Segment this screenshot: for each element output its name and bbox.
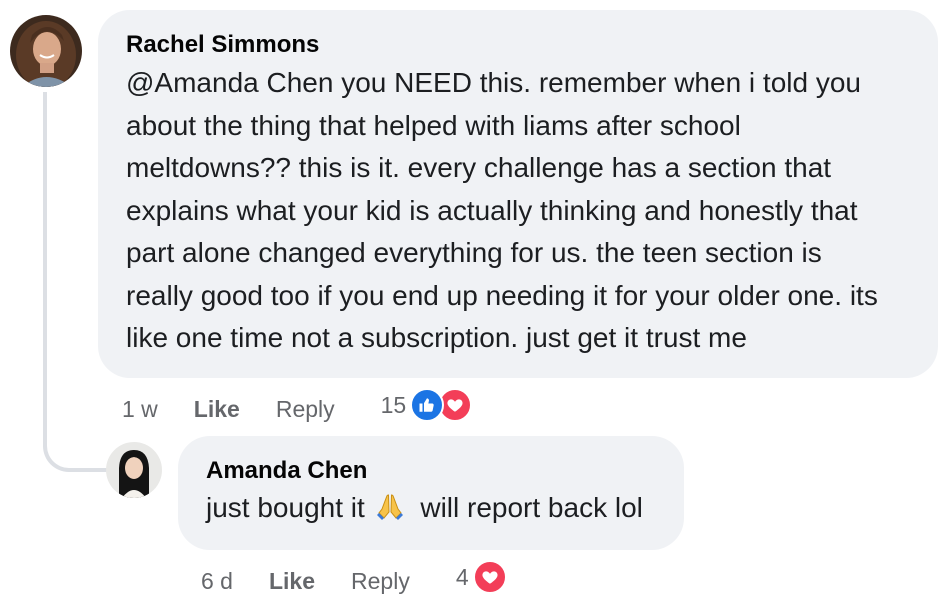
comment-text-line: like one time not a subscription. just g… bbox=[126, 322, 747, 353]
comment-text-line: @Amanda Chen you NEED this. remember whe… bbox=[126, 67, 861, 98]
folded-hands-emoji bbox=[375, 491, 405, 530]
avatar-amanda-chen[interactable] bbox=[106, 442, 162, 498]
comment-actions: 6 d Like Reply 4 bbox=[201, 560, 507, 598]
comment-author-name[interactable]: Rachel Simmons bbox=[126, 30, 910, 60]
like-button[interactable]: Like bbox=[269, 568, 315, 595]
comment-author-name[interactable]: Amanda Chen bbox=[206, 456, 656, 486]
comment-text: just bought it will report back lol bbox=[206, 490, 656, 530]
reply-button[interactable]: Reply bbox=[276, 396, 335, 423]
reaction-summary[interactable]: 15 bbox=[381, 388, 473, 422]
comment-text-part: will report back lol bbox=[420, 492, 643, 523]
avatar-rachel-simmons[interactable] bbox=[10, 15, 82, 87]
comment-text-line: explains what your kid is actually think… bbox=[126, 194, 858, 226]
comment-text: @Amanda Chen you NEED this. remember whe… bbox=[126, 62, 910, 360]
love-icon bbox=[472, 560, 507, 594]
reaction-count: 15 bbox=[380, 391, 407, 418]
comment-timestamp[interactable]: 6 d bbox=[201, 568, 233, 595]
comment-bubble: Rachel Simmons @Amanda Chen you NEED thi… bbox=[98, 10, 938, 378]
comment-timestamp[interactable]: 1 w bbox=[122, 396, 158, 423]
comment-text-line: meltdowns?? this is it. every challenge … bbox=[126, 152, 832, 183]
comment-thread: Rachel Simmons @Amanda Chen you NEED thi… bbox=[0, 0, 951, 602]
comment-text-line: about the thing that helped with liams a… bbox=[126, 109, 741, 141]
like-button[interactable]: Like bbox=[194, 396, 240, 423]
like-icon bbox=[410, 388, 445, 422]
comment-text-line: really good too if you end up needing it… bbox=[126, 279, 878, 311]
reaction-summary[interactable]: 4 bbox=[456, 560, 507, 594]
comment-text-line: part alone changed everything for us. th… bbox=[126, 237, 822, 268]
reply-bubble: Amanda Chen just bought it will report b… bbox=[178, 436, 684, 550]
comment-actions: 1 w Like Reply 15 bbox=[122, 388, 473, 426]
comment-text-part: just bought it bbox=[206, 492, 365, 523]
reaction-count: 4 bbox=[455, 563, 469, 590]
reply-button[interactable]: Reply bbox=[351, 568, 410, 595]
